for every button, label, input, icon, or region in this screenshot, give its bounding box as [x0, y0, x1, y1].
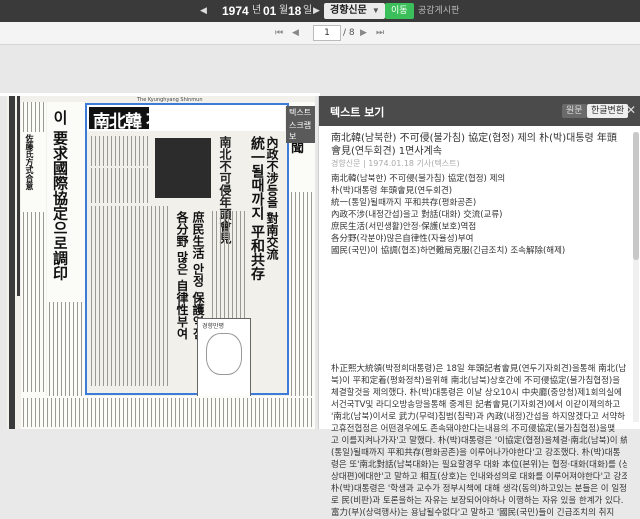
first-page-icon[interactable]: ⏮	[275, 26, 283, 40]
page-number-input[interactable]: 1	[313, 25, 341, 41]
page-total: / 8	[343, 28, 355, 38]
right-headline: 統一될때까지 平和共存	[249, 136, 265, 281]
left-column-text: 佐藤氏方式合意	[25, 134, 35, 190]
summary-line: 統一(통일)될때까지 平和共存(평화공존)	[331, 198, 477, 208]
close-icon[interactable]: ✕	[626, 103, 636, 117]
body-line: '南北(남북)이서로 武力(무력)침범(침략)과 內政(내정)간섭을 하지않겠다…	[331, 412, 625, 422]
day-unit: 일	[303, 5, 313, 16]
article-meta: 경향신문 | 1974.01.18 기사(텍스트)	[331, 159, 460, 168]
body-line: 북)이 平和定着(평화정착)을위해 南北(남북)상호간에 不可侵協定(불가침협정…	[331, 376, 621, 386]
right-column: 新聞	[289, 102, 315, 422]
summary-line: 國民(국민)이 協調(협조)하면難局克服(긴급조치) 조속解除(해제)	[331, 246, 566, 256]
year-value[interactable]: 1974	[222, 0, 249, 22]
body-line: 서건국TV및 라디오방송망을통해 중계된 記者會見(기자회견)에서 이같이제의하…	[331, 400, 621, 410]
newspaper-select[interactable]: 경향신문 ▼	[324, 3, 385, 19]
move-button[interactable]: 이동	[385, 3, 414, 19]
month-unit: 월	[279, 5, 289, 16]
day-value[interactable]: 18	[288, 0, 301, 22]
side-headline-column: 이 要求國際協定으로調印	[47, 102, 85, 402]
article-title: 南北韓(남북한) 不可侵(불가침) 協定(협정) 제의 朴(박)대통령 年頭會見…	[331, 133, 617, 157]
page-pager-bar: ⏮ ◀ 1 / 8 ▶ ⏭	[0, 22, 640, 45]
original-text-button[interactable]: 원문	[562, 104, 587, 118]
article-body: 朴正熙大統領(박정희대통령)은 18일 年頭記者會見(연두기자회견)을통해 南北…	[331, 363, 627, 519]
body-line: 富力(부)(상력행사)는 용납될수없다'고 말하고 '國民(국민)들이 긴급조치…	[331, 508, 615, 518]
body-line: 朴正熙大統領(박정희대통령)은 18일 年頭記者會見(연두기자회견)을통해 南北…	[331, 364, 627, 374]
bulletin-link[interactable]: 공감게시판	[418, 0, 459, 22]
editorial-cartoon: 경향만평	[197, 318, 251, 398]
right-subheadline: 內政不涉등을 對南交流	[265, 136, 279, 261]
next-page-icon[interactable]: ▶	[360, 26, 367, 40]
next-day-arrow-icon[interactable]: ▶	[313, 0, 320, 22]
left-column: 佐藤氏方式合意	[21, 102, 46, 402]
summary-line: 南北韓(남북한) 不可侵(불가침) 協定(협정) 제의	[331, 174, 506, 184]
panel-scrollbar-thumb[interactable]	[633, 132, 639, 260]
side-headline: 이 要求國際協定으로調印	[51, 110, 69, 281]
text-view-panel: 텍스트 보기 원문 한글변환 ✕ 南北韓(남북한) 不可侵(불가침) 協定(협정…	[318, 96, 640, 518]
bottom-text-band	[21, 396, 315, 429]
body-line: 령은 또'南北對話(남북대화)는 필요할경우 대화 本位(본위)는 협정·대화(…	[331, 460, 627, 470]
body-line: 상대편)에대한'고 말하고 相互(상호)는 인내와성의로 대화를 이루어져야한다…	[331, 472, 627, 482]
summary-line: 各分野(각분야)많은自律性(자율성)부여	[331, 234, 474, 244]
president-photo	[155, 138, 211, 198]
panel-title: 텍스트 보기	[330, 106, 385, 119]
newspaper-page-image[interactable]: The Kyunghyang Shinmun 佐藤氏方式合意 이 要求國際協定으…	[7, 96, 315, 429]
newspaper-select-label: 경향신문	[330, 5, 367, 16]
cartoon-figure	[206, 333, 242, 375]
headline-banner: 南北韓 不可侵協定제의	[87, 105, 285, 132]
year-unit: 년	[252, 5, 262, 16]
main-headline: 南北韓 不可侵協定제의	[93, 112, 256, 132]
chevron-down-icon: ▼	[371, 6, 380, 15]
hangul-convert-button[interactable]: 한글변환	[587, 104, 629, 118]
body-line: 고휴전협정은 어떤경우에도 존속돼야한다는내용의 不可侵協定(불가침협정)을맺	[331, 424, 616, 434]
body-line: 체결할것을 제의했다. 朴(박)대통령은 이날 상오10시 中央廳(중앙청)제1…	[331, 388, 622, 398]
summary-line: 庶民生活(서민생활)안정·保護(보호)역점	[331, 222, 477, 232]
column-headline: 各分野 많은 自律性부여	[175, 211, 189, 340]
body-line: 로 民(비판)과 토론을하는 자유는 보장되어야하나 이행하는 자유 있을 한계…	[331, 496, 624, 506]
month-value[interactable]: 01	[263, 0, 276, 22]
cartoon-caption: 경향만평	[202, 323, 225, 330]
summary-line: 內政不涉(내정간섭)을고 對話(대화) 交流(교류)	[331, 210, 503, 220]
body-line: 朴(박)대통령은 '학생과 교수가 정부시책에 대해 생각(동의)하고있는 분들…	[331, 484, 627, 494]
summary-line: 朴(박)대통령 年頭會見(연두회견)	[331, 186, 453, 196]
paper-edge-strip	[9, 96, 15, 429]
scrap-view-tab[interactable]: 스크랩 보	[286, 119, 315, 143]
prev-page-icon[interactable]: ◀	[292, 26, 299, 40]
body-line: 고 이를지켜나가자'고 말했다. 朴(박)대통령은 '이協定(협정)을체결·南北…	[331, 436, 627, 446]
date-navigation-bar: ◀ 1974 년 01 월 18 일 ▶ 경향신문 ▼ 이동 공감게시판	[0, 0, 640, 22]
body-line: (통일)될때까지 平和共存(평화공존)을 이루어나가야한다'고 강조했다. 朴(…	[331, 448, 621, 458]
article-summary: 南北韓(남북한) 不可侵(불가침) 協定(협정) 제의 朴(박)대통령 年頭會見…	[331, 173, 626, 257]
paper-edge-strip	[17, 96, 20, 296]
last-page-icon[interactable]: ⏭	[376, 26, 384, 40]
prev-year-arrow-icon[interactable]: ◀	[200, 0, 207, 22]
panel-header: 텍스트 보기 원문 한글변환 ✕	[319, 96, 640, 126]
